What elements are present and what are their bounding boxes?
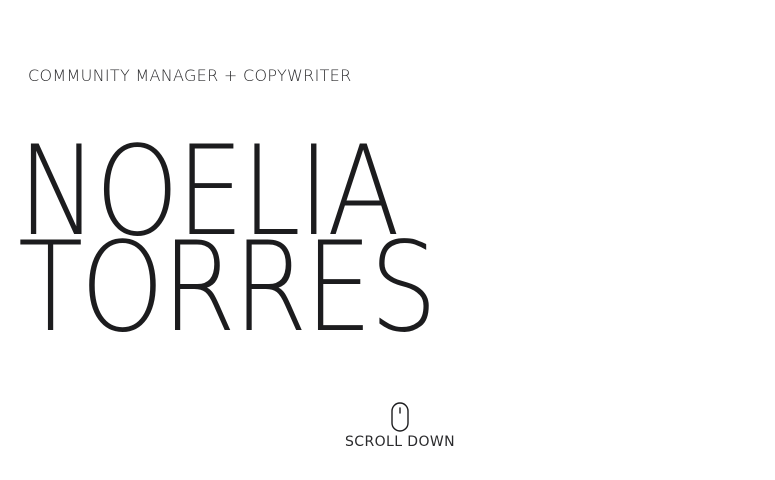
mouse-icon: [391, 402, 409, 432]
hero-subtitle: COMMUNITY MANAGER + COPYWRITER: [28, 66, 352, 85]
hero-last-name: TORRES: [18, 216, 437, 360]
hero-section: COMMUNITY MANAGER + COPYWRITER NOELIA TO…: [0, 0, 775, 480]
scroll-down-label: SCROLL DOWN: [345, 434, 455, 450]
scroll-down-link[interactable]: SCROLL DOWN: [330, 402, 470, 462]
